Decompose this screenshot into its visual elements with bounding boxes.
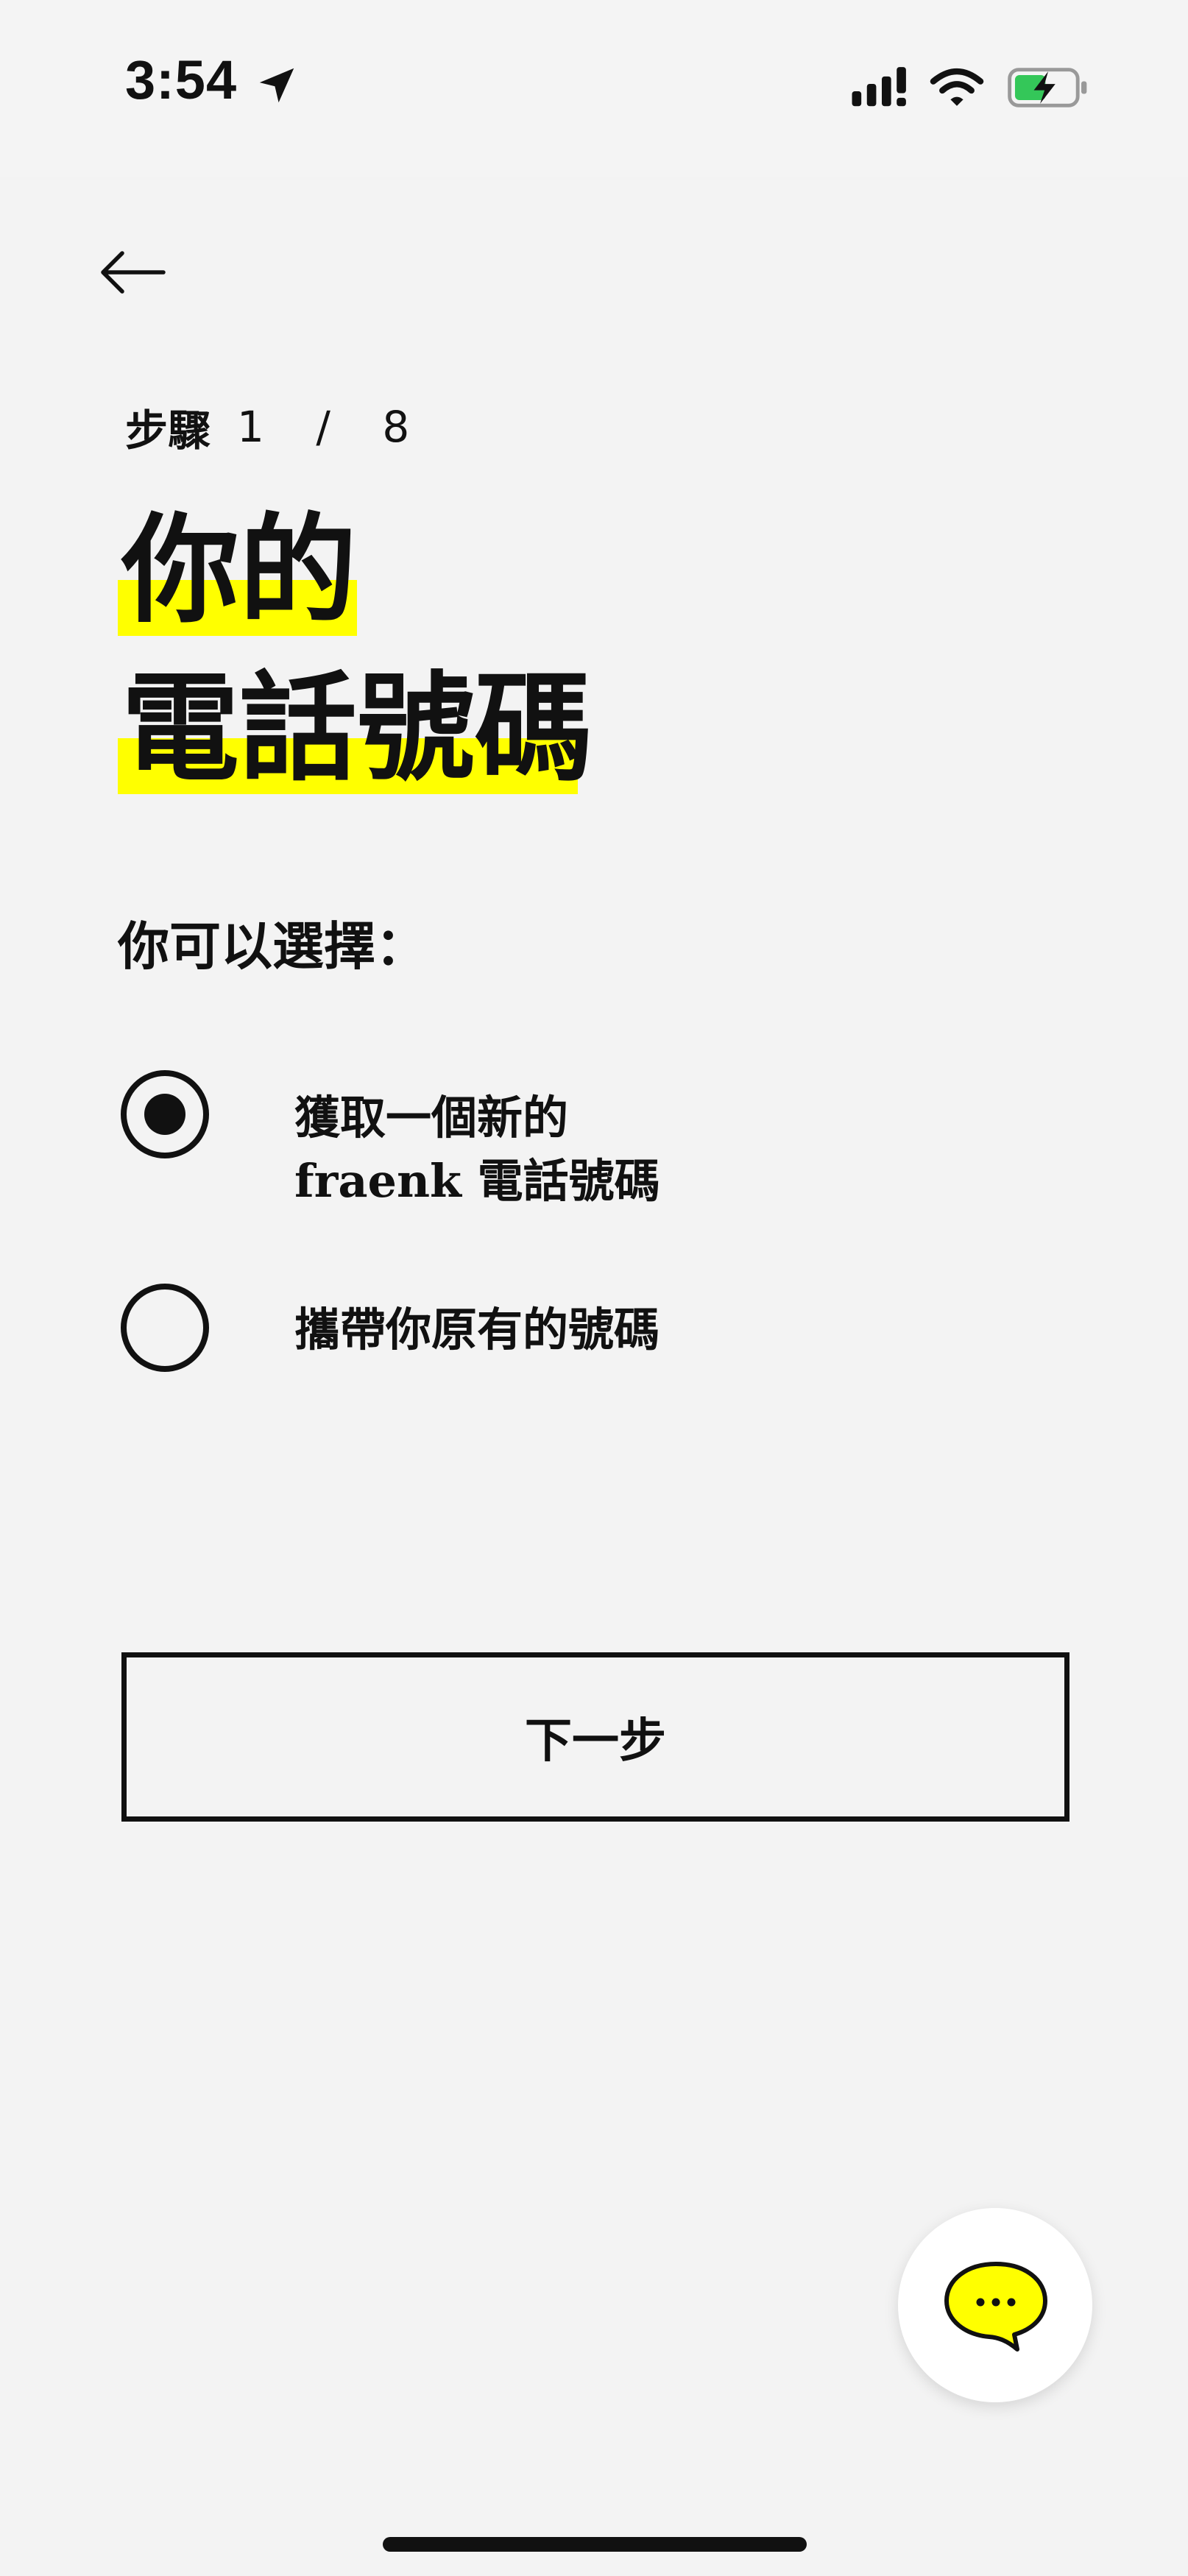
radio-dot <box>144 1094 185 1135</box>
option-new-number-line-1: 獲取一個新的 <box>294 1091 569 1144</box>
option-new-number-label: 獲取一個新的 fraenk 電話號碼 <box>294 1086 660 1213</box>
chat-bubble-icon <box>944 2262 1047 2352</box>
chat-button[interactable] <box>898 2208 1092 2402</box>
cellular-signal-icon <box>852 67 906 107</box>
step-label: 步驟 <box>125 406 211 456</box>
next-button[interactable]: 下一步 <box>121 1652 1069 1822</box>
back-button[interactable] <box>96 243 169 302</box>
radio-button[interactable] <box>121 1284 209 1372</box>
status-time: 3:54 <box>125 49 238 110</box>
option-port-number[interactable]: 攜帶你原有的號碼 <box>118 1281 1075 1384</box>
option-port-number-label: 攜帶你原有的號碼 <box>294 1303 660 1356</box>
home-indicator <box>383 2537 807 2552</box>
status-bar: 3:54 <box>0 0 1188 177</box>
choice-prompt: 你可以選擇： <box>118 916 427 977</box>
arrow-left-icon <box>101 251 166 294</box>
battery-charging-icon <box>1008 68 1087 107</box>
next-button-label: 下一步 <box>525 1713 666 1769</box>
page-title-line-2: 電話號碼 <box>121 659 593 797</box>
step-indicator: 步驟 1 / 8 <box>125 397 428 456</box>
step-count: 1 / 8 <box>237 402 429 452</box>
location-arrow-icon <box>259 68 294 103</box>
page-title-line-1: 你的 <box>121 501 358 639</box>
option-new-number-line-2: fraenk 電話號碼 <box>294 1154 660 1208</box>
option-new-number[interactable]: 獲取一個新的 fraenk 電話號碼 <box>118 1067 1075 1214</box>
wifi-icon <box>930 68 984 106</box>
radio-button-selected[interactable] <box>121 1070 209 1158</box>
